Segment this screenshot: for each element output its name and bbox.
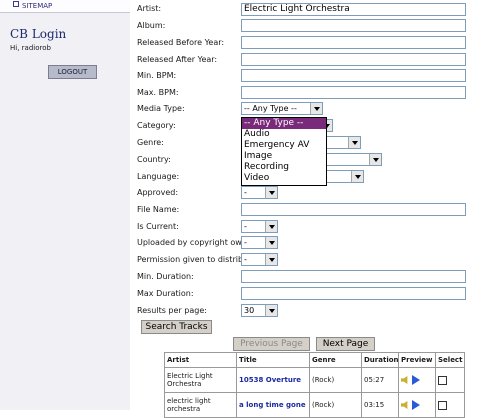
album-input[interactable]	[241, 19, 466, 32]
chevron-down-icon[interactable]	[265, 254, 277, 265]
track-title-link[interactable]: a long time gone	[239, 401, 306, 409]
permission-select[interactable]: -	[241, 253, 278, 266]
speaker-icon[interactable]	[401, 376, 408, 384]
track-title-link[interactable]: 10538 Overture	[239, 376, 301, 384]
released-after-label: Released After Year:	[137, 55, 218, 64]
preview-cell	[398, 367, 436, 393]
approved-label: Approved:	[137, 188, 179, 197]
header-preview: Preview	[398, 352, 436, 368]
results-per-page-label: Results per page:	[137, 306, 207, 315]
media-type-select[interactable]: -- Any Type --	[241, 102, 323, 115]
header-select: Select	[435, 352, 465, 368]
header-artist: Artist	[164, 352, 237, 368]
genre-cell: (Rock)	[309, 392, 362, 418]
media-type-option[interactable]: -- Any Type --	[242, 118, 326, 129]
min-duration-label: Min. Duration:	[137, 272, 194, 281]
min-bpm-label: Min. BPM:	[137, 71, 177, 80]
select-cell	[435, 392, 465, 418]
table-row: Electric Light Orchestra 10538 Overture …	[164, 367, 465, 393]
uploaded-by-owner-label: Uploaded by copyright owner:	[137, 238, 258, 247]
sitemap-link[interactable]: SITEMAP	[0, 0, 130, 13]
uploaded-by-owner-select[interactable]: -	[241, 236, 278, 249]
is-current-value: -	[244, 222, 247, 231]
greeting-text: Hi, radiorob	[10, 44, 51, 52]
search-tracks-button[interactable]: Search Tracks	[141, 320, 212, 334]
chevron-down-icon[interactable]	[351, 171, 363, 182]
approved-value: -	[244, 188, 247, 197]
min-bpm-input[interactable]	[241, 69, 466, 82]
file-name-label: File Name:	[137, 205, 180, 214]
media-type-option[interactable]: Video	[242, 173, 326, 184]
select-checkbox[interactable]	[438, 400, 447, 410]
genre-label: Genre:	[137, 138, 164, 147]
media-type-value: -- Any Type --	[244, 104, 297, 113]
results-per-page-select[interactable]: 30	[241, 304, 278, 317]
artist-cell: Electric Light Orchestra	[164, 367, 237, 393]
header-duration: Duration	[361, 352, 399, 368]
max-bpm-label: Max. BPM:	[137, 88, 179, 97]
select-checkbox[interactable]	[438, 375, 447, 385]
chevron-down-icon[interactable]	[265, 305, 277, 316]
artist-label: Artist:	[137, 4, 162, 13]
results-table: Artist Title Genre Duration Preview Sele…	[164, 352, 465, 418]
chevron-down-icon[interactable]	[265, 221, 277, 232]
media-type-option[interactable]: Recording	[242, 162, 326, 173]
uploaded-by-owner-value: -	[244, 238, 247, 247]
released-before-input[interactable]	[241, 36, 466, 49]
media-type-option[interactable]: Image	[242, 151, 326, 162]
chevron-down-icon[interactable]	[310, 103, 322, 114]
chevron-down-icon[interactable]	[369, 154, 381, 165]
login-title: CB Login	[10, 27, 67, 41]
min-duration-input[interactable]	[241, 270, 466, 283]
header-genre: Genre	[309, 352, 362, 368]
is-current-label: Is Current:	[137, 222, 179, 231]
language-label: Language:	[137, 172, 180, 181]
country-label: Country:	[137, 155, 171, 164]
bullet-icon	[13, 1, 19, 7]
duration-cell: 03:15	[361, 392, 399, 418]
file-name-input[interactable]	[241, 203, 466, 216]
header-title: Title	[236, 352, 310, 368]
released-after-input[interactable]	[241, 53, 466, 66]
duration-cell: 05:27	[361, 367, 399, 393]
chevron-down-icon[interactable]	[265, 237, 277, 248]
speaker-icon[interactable]	[401, 401, 408, 409]
media-type-label: Media Type:	[137, 104, 185, 113]
is-current-select[interactable]: -	[241, 220, 278, 233]
max-duration-input[interactable]	[241, 287, 466, 300]
play-icon[interactable]	[412, 375, 420, 385]
table-header-row: Artist Title Genre Duration Preview Sele…	[164, 352, 465, 368]
title-cell: 10538 Overture	[236, 367, 310, 393]
results-per-page-value: 30	[244, 306, 255, 315]
sidebar: SITEMAP CB Login Hi, radiorob LOGOUT	[0, 0, 130, 410]
category-label: Category:	[137, 121, 176, 130]
play-icon[interactable]	[412, 400, 420, 410]
album-label: Album:	[137, 21, 166, 30]
select-cell	[435, 367, 465, 393]
chevron-down-icon[interactable]	[348, 137, 360, 148]
sitemap-label: SITEMAP	[22, 2, 53, 10]
next-page-button[interactable]: Next Page	[316, 337, 375, 351]
max-bpm-input[interactable]	[241, 86, 466, 99]
artist-cell: electric light orchestra	[164, 392, 237, 418]
logout-button[interactable]: LOGOUT	[48, 65, 97, 79]
approved-select[interactable]: -	[241, 186, 278, 199]
media-type-option[interactable]: Emergency AV	[242, 140, 326, 151]
artist-input[interactable]: Electric Light Orchestra	[241, 3, 466, 16]
chevron-down-icon[interactable]	[265, 187, 277, 198]
permission-value: -	[244, 255, 247, 264]
released-before-label: Released Before Year:	[137, 38, 225, 47]
media-type-dropdown[interactable]: -- Any Type -- Audio Emergency AV Image …	[241, 117, 327, 186]
media-type-option[interactable]: Audio	[242, 129, 326, 140]
preview-cell	[398, 392, 436, 418]
title-cell: a long time gone	[236, 392, 310, 418]
genre-cell: (Rock)	[309, 367, 362, 393]
max-duration-label: Max Duration:	[137, 289, 194, 298]
previous-page-button[interactable]: Previous Page	[233, 337, 310, 351]
table-row: electric light orchestra a long time gon…	[164, 392, 465, 418]
